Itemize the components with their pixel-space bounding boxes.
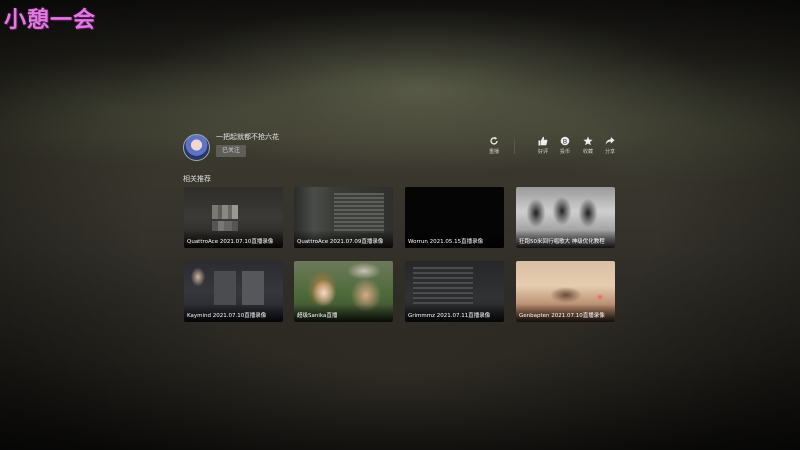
share-label: 分享 [604, 149, 615, 155]
thumbs-up-icon [538, 136, 548, 146]
video-card[interactable]: Grimmmz 2021.07.11直播录像 [405, 261, 504, 322]
replay-label: 重播 [488, 149, 499, 155]
svg-text:B: B [563, 137, 567, 145]
video-card[interactable]: QuattroAce 2021.07.10直播录像 [184, 187, 283, 248]
video-title: Grimmmz 2021.07.11直播录像 [408, 313, 491, 319]
end-screen-panel: 一把起就都不抢六花 已关注 重播 好评 B 投币 收藏 分享 相关推荐 Quat… [183, 130, 617, 330]
video-card[interactable]: Genbapten 2021.07.10直播录像 [516, 261, 615, 322]
video-card[interactable]: Kaymind 2021.07.10直播录像 [184, 261, 283, 322]
video-title: Kaymind 2021.07.10直播录像 [187, 313, 267, 319]
video-title: Worrun 2021.05.15直播录像 [408, 239, 484, 245]
video-title: 超级Sanika直播 [297, 313, 338, 319]
author-avatar[interactable] [183, 134, 210, 161]
coin-label: 投币 [559, 149, 570, 155]
video-card[interactable]: Worrun 2021.05.15直播录像 [405, 187, 504, 248]
video-title: Genbapten 2021.07.10直播录像 [519, 313, 605, 319]
share-button[interactable]: 分享 [599, 136, 621, 155]
author-header: 一把起就都不抢六花 已关注 重播 好评 B 投币 收藏 分享 [183, 130, 617, 162]
share-icon [605, 137, 615, 145]
coin-icon: B [560, 136, 570, 145]
like-button[interactable]: 好评 [532, 136, 554, 155]
video-title: QuattroAce 2021.07.10直播录像 [187, 239, 274, 245]
channel-watermark: 小憩一会 [4, 8, 97, 33]
video-card[interactable]: QuattroAce 2021.07.09直播录像 [294, 187, 393, 248]
like-label: 好评 [537, 149, 548, 155]
author-name[interactable]: 一把起就都不抢六花 [216, 132, 279, 142]
video-card[interactable]: 超级Sanika直播 [294, 261, 393, 322]
star-icon [583, 136, 593, 146]
follow-button[interactable]: 已关注 [216, 145, 246, 157]
video-title: 狂跑50米回行唱歌大 神级优化教程 [519, 239, 605, 245]
video-card[interactable]: 狂跑50米回行唱歌大 神级优化教程 [516, 187, 615, 248]
favorite-label: 收藏 [582, 149, 593, 155]
coin-button[interactable]: B 投币 [554, 136, 576, 155]
replay-button[interactable]: 重播 [483, 136, 505, 155]
favorite-button[interactable]: 收藏 [577, 136, 599, 155]
actions-divider [514, 138, 515, 154]
video-title: QuattroAce 2021.07.09直播录像 [297, 239, 384, 245]
replay-icon [490, 136, 498, 145]
related-section-title: 相关推荐 [183, 175, 211, 183]
